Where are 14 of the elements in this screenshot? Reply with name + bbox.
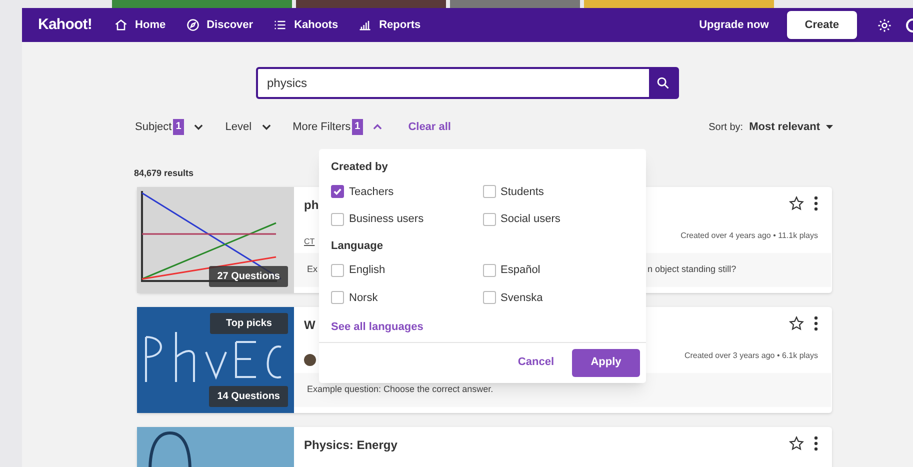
thumbnail-badge: Top picks [210, 312, 288, 334]
thumbnail-badge: 27 Questions [209, 266, 288, 286]
card-meta: Created over 4 years ago • 11.1k plays [680, 230, 818, 242]
example-question: Example question: Choose the correct answer. [307, 382, 494, 396]
count-badge: 1 [172, 119, 184, 135]
sort-label: Sort by: [708, 120, 744, 134]
example-question: n object standing still? [648, 262, 736, 276]
example-question: Ex [307, 262, 318, 276]
card-meta: Created over 3 years ago • 6.1k plays [684, 350, 818, 362]
thumbnail-badge: 14 Questions [209, 386, 288, 406]
count-badge: 1 [352, 119, 364, 135]
section-heading: Language [331, 238, 384, 254]
section-heading: Created by [331, 160, 389, 175]
results-count: 84,679 results [134, 167, 194, 180]
